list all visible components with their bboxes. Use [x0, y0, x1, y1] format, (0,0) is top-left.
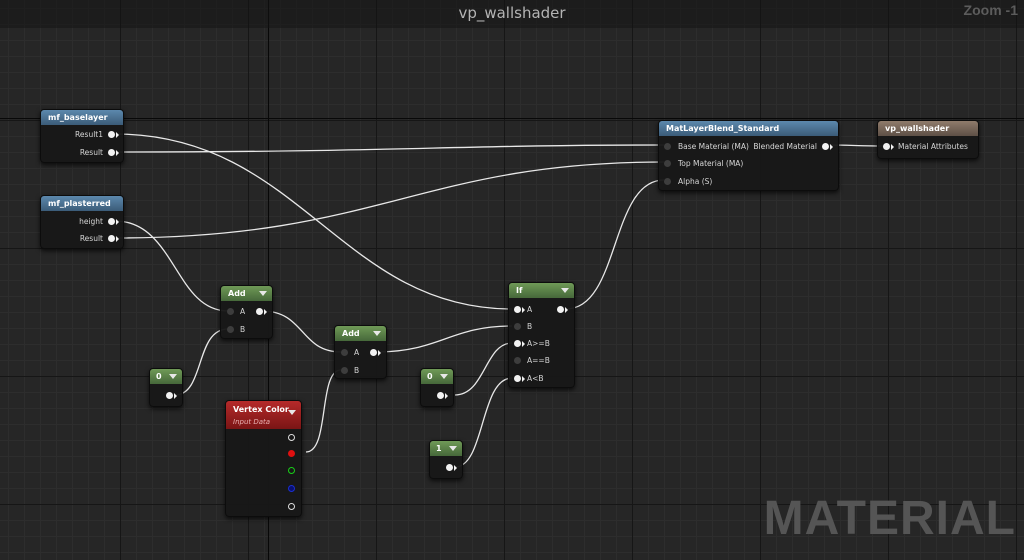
node-mf-baselayer[interactable]: mf_baselayer Result1 Result — [40, 109, 124, 163]
pin-label-base-material: Base Material (MA) — [678, 142, 749, 151]
node-title: MatLayerBlend_Standard — [659, 121, 838, 136]
output-pin-blended-material[interactable] — [822, 143, 833, 150]
output-pin[interactable] — [437, 392, 448, 399]
pin-label-a-lt-b: A<B — [527, 374, 544, 383]
pin-label-a-ge-b: A>=B — [527, 339, 550, 348]
node-title: Vertex Color — [233, 405, 289, 414]
pin-label-a-eq-b: A==B — [527, 356, 550, 365]
node-subtitle: Input Data — [233, 418, 271, 426]
output-pin-alpha[interactable] — [288, 503, 295, 510]
pin-label-a: A — [240, 307, 246, 316]
wire-if-to-alpha — [565, 179, 665, 310]
input-pin-top-material[interactable] — [664, 160, 671, 167]
pin-label-result: Result — [79, 148, 103, 157]
input-pin-a[interactable] — [514, 306, 525, 313]
node-constant-0-right[interactable]: 0 — [420, 368, 454, 407]
pin-label-b: B — [527, 322, 533, 331]
wire-const0-to-if-ageb — [454, 342, 513, 396]
node-add-2[interactable]: Add A B — [334, 325, 387, 379]
output-pin-blue[interactable] — [288, 485, 295, 492]
chevron-down-icon[interactable] — [259, 291, 267, 296]
output-pin-result1[interactable] — [108, 131, 119, 138]
input-pin-b[interactable] — [341, 367, 348, 374]
pin-label-b: B — [240, 325, 246, 334]
node-title: vp_wallshader — [878, 121, 978, 136]
node-matlayerblend-standard[interactable]: MatLayerBlend_Standard Base Material (MA… — [658, 120, 839, 191]
wire-add1-to-add2-a — [261, 310, 342, 353]
output-pin[interactable] — [166, 392, 177, 399]
output-pin[interactable] — [256, 308, 267, 315]
input-pin-a-eq-b[interactable] — [514, 357, 521, 364]
chevron-down-icon[interactable] — [373, 331, 381, 336]
wires-layer — [114, 133, 885, 468]
node-title: mf_baselayer — [41, 110, 123, 125]
output-pin-red[interactable] — [288, 450, 295, 457]
node-title: If — [509, 283, 574, 298]
pin-label-a: A — [354, 348, 360, 357]
output-pin-green[interactable] — [288, 467, 295, 474]
input-pin-a[interactable] — [341, 349, 348, 356]
node-add-1[interactable]: Add A B — [220, 285, 273, 339]
pin-label-b: B — [354, 366, 360, 375]
wire-plasterred-result-to-top-material — [114, 161, 665, 239]
node-vertex-color[interactable]: Vertex Color Input Data — [225, 400, 302, 517]
chevron-down-icon[interactable] — [169, 374, 177, 379]
chevron-down-icon[interactable] — [440, 374, 448, 379]
node-header: Vertex Color Input Data — [226, 401, 301, 429]
node-mf-plasterred[interactable]: mf_plasterred height Result — [40, 195, 124, 249]
output-pin[interactable] — [557, 306, 568, 313]
node-vp-wallshader-result[interactable]: vp_wallshader Material Attributes — [877, 120, 979, 159]
zoom-level: Zoom -1 — [963, 2, 1018, 18]
output-pin-rgb[interactable] — [288, 434, 295, 441]
chevron-down-icon[interactable] — [561, 288, 569, 293]
output-pin[interactable] — [370, 349, 381, 356]
material-watermark: MATERIAL — [763, 492, 1016, 545]
input-pin-alpha[interactable] — [664, 178, 671, 185]
wire-vertexcolor-red-to-add2-b — [305, 369, 342, 453]
output-pin-height[interactable] — [108, 218, 119, 225]
node-constant-0-left[interactable]: 0 — [149, 368, 183, 407]
input-pin-b[interactable] — [514, 323, 521, 330]
input-pin-material-attributes[interactable] — [883, 143, 894, 150]
wire-add2-to-if-b — [375, 325, 513, 353]
pin-label-alpha: Alpha (S) — [678, 177, 713, 186]
pin-label-blended-material: Blended Material — [753, 142, 817, 151]
output-pin[interactable] — [446, 464, 457, 471]
chevron-down-icon[interactable] — [288, 410, 296, 415]
input-pin-a-lt-b[interactable] — [514, 375, 525, 382]
input-pin-b[interactable] — [227, 326, 234, 333]
wire-const1-to-if-alb — [454, 377, 513, 468]
output-pin-result[interactable] — [108, 149, 119, 156]
chevron-down-icon[interactable] — [449, 446, 457, 451]
pin-label-material-attributes: Material Attributes — [898, 142, 968, 151]
pin-label-a: A — [527, 305, 533, 314]
node-if[interactable]: If A B A>=B A==B A<B — [508, 282, 575, 388]
node-title: Add — [221, 286, 272, 301]
input-pin-a[interactable] — [227, 308, 234, 315]
node-title: 0 — [150, 369, 182, 384]
pin-label-height: height — [79, 217, 103, 226]
wire-baselayer-result-to-base-material — [114, 144, 665, 153]
output-pin-result[interactable] — [108, 235, 119, 242]
node-title: 0 — [421, 369, 453, 384]
wire-baselayer-result1-to-if-a — [114, 133, 513, 310]
graph-title: vp_wallshader — [0, 0, 1024, 28]
pin-label-top-material: Top Material (MA) — [678, 159, 744, 168]
node-title: 1 — [430, 441, 462, 456]
node-title: Add — [335, 326, 386, 341]
node-title: mf_plasterred — [41, 196, 123, 211]
input-pin-base-material[interactable] — [664, 143, 671, 150]
node-constant-1[interactable]: 1 — [429, 440, 463, 479]
pin-label-result: Result — [79, 234, 103, 243]
pin-label-result1: Result1 — [75, 130, 103, 139]
input-pin-a-ge-b[interactable] — [514, 340, 525, 347]
